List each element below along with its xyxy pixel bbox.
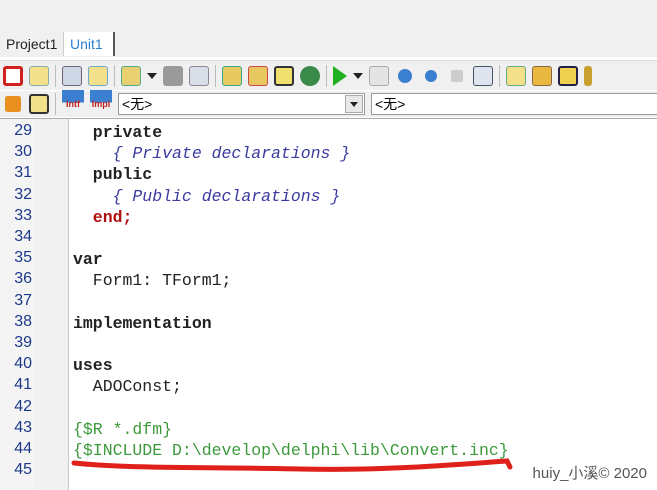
edit-icon[interactable] <box>532 65 552 86</box>
open-project-icon[interactable] <box>121 65 141 86</box>
separator <box>55 93 56 115</box>
toggle-form-icon[interactable] <box>189 65 209 86</box>
code-line: end; <box>73 207 133 227</box>
pause-icon[interactable] <box>369 65 389 86</box>
fullscreen-icon[interactable] <box>3 65 23 86</box>
separator <box>499 64 500 87</box>
main-toolbar <box>0 60 657 90</box>
line-number: 42 <box>14 397 32 415</box>
separator <box>215 64 216 87</box>
line-number: 43 <box>14 418 32 436</box>
code-line: { Private declarations } <box>73 144 351 164</box>
add-file-icon[interactable] <box>222 65 242 86</box>
line-number: 41 <box>14 376 32 394</box>
class-combo-value: <无> <box>122 96 153 112</box>
line-number: 36 <box>14 270 32 288</box>
new-form-icon[interactable] <box>88 65 108 86</box>
line-number: 31 <box>14 164 32 182</box>
code-line: Form1: TForm1; <box>73 271 232 291</box>
run-dropdown-icon[interactable] <box>353 72 363 79</box>
class-combo[interactable]: <无> <box>118 93 365 115</box>
form-icon[interactable] <box>558 65 578 86</box>
line-number: 32 <box>14 185 32 203</box>
line-number: 39 <box>14 334 32 351</box>
code-editor[interactable]: 29 private 30 { Private declarations } 31 … <box>0 118 657 490</box>
code-toolbar: Intf Impl <无> <无> <box>0 90 657 118</box>
separator <box>55 64 56 87</box>
line-number: 40 <box>14 355 32 373</box>
code-line: public <box>73 165 153 185</box>
code-line: uses <box>73 356 113 376</box>
method-combo[interactable]: <无> <box>371 93 657 115</box>
code-line: {$R *.dfm} <box>73 419 173 439</box>
code-line: private <box>73 123 163 142</box>
step-over-icon[interactable] <box>425 69 437 82</box>
code-line: implementation <box>73 313 212 333</box>
checklist-icon[interactable] <box>274 65 294 86</box>
watermark: huiy_小溪© 2020 <box>532 465 647 482</box>
breakpoint-gutter[interactable] <box>35 119 69 490</box>
separator <box>114 64 115 87</box>
new-item-icon[interactable] <box>29 65 49 86</box>
dropdown-arrow-icon[interactable] <box>147 72 157 79</box>
globe-compile-icon[interactable] <box>300 65 320 86</box>
line-number: 37 <box>14 291 32 309</box>
run-to-cursor-icon[interactable] <box>451 69 463 82</box>
line-number: 44 <box>14 440 32 457</box>
line-number: 29 <box>14 122 32 139</box>
separator <box>326 64 327 87</box>
line-number: 35 <box>14 249 32 267</box>
line-number: 34 <box>14 228 32 245</box>
line-number: 45 <box>14 461 32 479</box>
intf-button[interactable]: Intf <box>62 90 84 118</box>
code-line: ADOConst; <box>73 377 182 397</box>
text-cursor-icon[interactable] <box>473 65 493 86</box>
impl-button[interactable]: Impl <box>90 90 112 118</box>
code-line: { Public declarations } <box>73 186 341 206</box>
window-icon[interactable] <box>29 94 49 114</box>
tab-project1[interactable]: Project1 <box>0 32 63 56</box>
remove-file-icon[interactable] <box>248 65 268 86</box>
disabled-icon <box>163 65 183 86</box>
trace-into-icon[interactable] <box>398 68 412 83</box>
red-underline-annotation <box>71 458 513 472</box>
line-number: 30 <box>14 143 32 161</box>
chevron-down-icon[interactable] <box>345 95 363 113</box>
tab-bar: Project1 Unit1 <box>0 0 657 57</box>
method-combo-value: <无> <box>375 96 406 112</box>
new-unit-icon[interactable] <box>506 65 526 86</box>
window-list-icon[interactable] <box>62 65 82 86</box>
code-line: var <box>73 250 103 270</box>
structure-icon[interactable] <box>5 96 21 112</box>
tab-unit1[interactable]: Unit1 <box>63 32 115 56</box>
run-icon[interactable] <box>333 65 347 86</box>
line-number: 33 <box>14 206 32 224</box>
more-icon[interactable] <box>584 65 592 86</box>
line-number: 38 <box>14 312 32 330</box>
